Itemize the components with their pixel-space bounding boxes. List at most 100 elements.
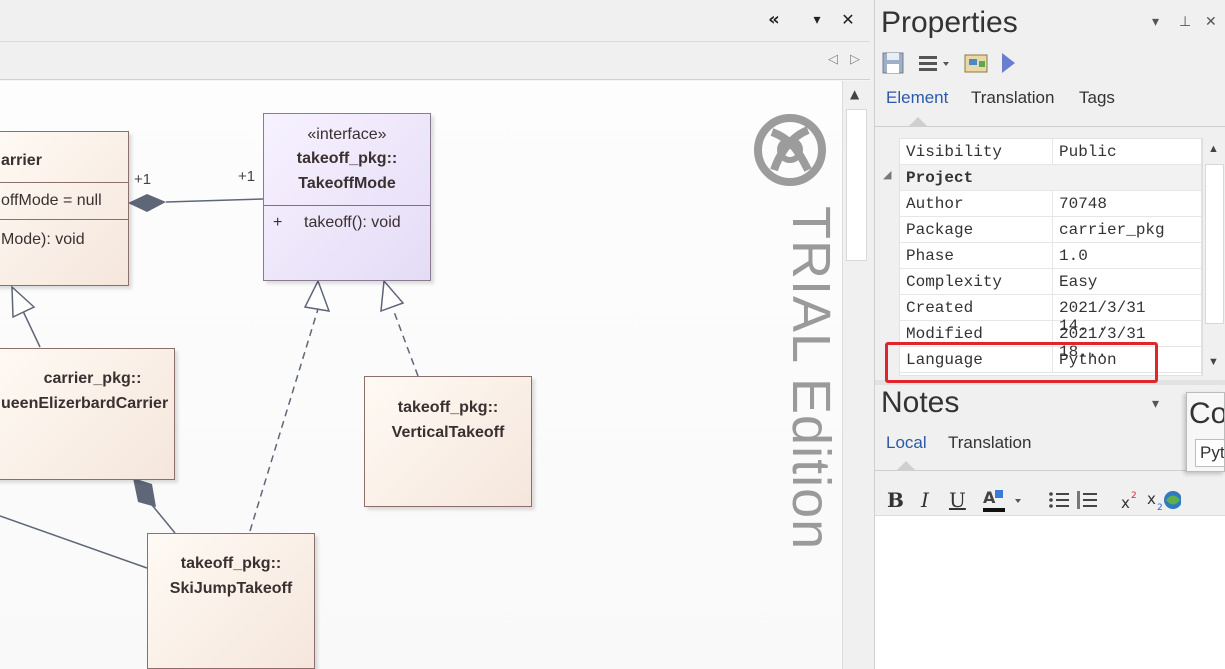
generalization-line [21,308,41,348]
tab-local[interactable]: Local [886,433,927,453]
property-row-author[interactable]: Author 70748 [900,191,1201,217]
svg-text:2: 2 [1131,491,1137,501]
class-name-package: takeoff_pkg:: [180,555,282,572]
font-color-icon[interactable]: A [983,488,1005,512]
property-row-created[interactable]: Created 2021/3/31 14... [900,295,1201,335]
class-name: VerticalTakeoff [391,424,505,441]
panel-splitter[interactable] [875,380,1225,385]
property-category-project[interactable]: Project [900,165,1201,191]
diagram-pane: « ▾ ✕ ◁ ▷ +1 +1 arrier offMode = null Mo… [0,0,870,669]
scroll-up-icon[interactable]: ▲ [1208,143,1219,155]
tab-translation[interactable]: Translation [971,88,1054,108]
right-dock: Properties ▾ ⊥ ✕ Element Translation Tag… [874,0,1225,669]
property-row-complexity[interactable]: Complexity Easy [900,269,1201,295]
dropdown-icon[interactable]: ▾ [1152,396,1159,412]
diagram-scrollbar[interactable]: ▲ [842,81,870,669]
interface-operation: takeoff(): void [304,214,401,231]
class-attribute: offMode = null [1,192,102,209]
property-key: Language [906,351,983,369]
category-label: Project [906,169,974,187]
notes-editor[interactable] [875,515,1225,669]
property-value: 70748 [1059,195,1108,213]
close-icon[interactable]: ✕ [1205,14,1217,30]
superscript-icon[interactable]: x 2 [1121,491,1137,512]
tab-tags[interactable]: Tags [1079,88,1115,108]
class-name: ueenElizerbardCarrier [1,395,169,412]
interface-stereotype: «interface» [307,126,387,143]
scroll-down-icon[interactable]: ▼ [1208,356,1219,368]
bold-button[interactable]: B [887,488,904,512]
italic-button[interactable]: I [921,488,929,512]
class-operation: Mode): void [1,231,85,248]
popup-field[interactable]: Pytl [1195,439,1224,467]
interface-name: TakeoffMode [298,175,396,192]
diagram-canvas[interactable]: +1 +1 arrier offMode = null Mode): void … [0,81,842,669]
class-carrier[interactable]: arrier offMode = null Mode): void [0,131,129,286]
watermark-text: TRIAL Edition [781,206,841,551]
property-value: Python [1059,351,1117,369]
dropdown-icon[interactable] [943,62,949,66]
column-divider [1052,269,1053,295]
property-row-modified[interactable]: Modified 2021/3/31 18... [900,321,1201,361]
floating-popup[interactable]: Co Pytl [1186,392,1225,472]
class-vertical-takeoff[interactable]: takeoff_pkg:: VerticalTakeoff [364,376,532,507]
bullet-list-icon[interactable] [1049,492,1069,508]
subscript-icon[interactable]: x 2 [1147,490,1163,513]
svg-text:A: A [983,488,996,507]
property-row-phase[interactable]: Phase 1.0 [900,243,1201,269]
collapse-category-icon[interactable]: ◢ [883,168,891,181]
close-icon[interactable]: ✕ [836,8,860,32]
scroll-thumb[interactable] [846,109,867,261]
property-scrollbar[interactable]: ▲ ▼ [1202,138,1225,376]
class-name: SkiJumpTakeoff [169,580,293,597]
interface-name-package: takeoff_pkg:: [296,150,398,167]
column-divider [1052,295,1053,321]
property-key: Modified [906,325,983,343]
properties-toolbar [882,52,1015,74]
column-divider [1052,321,1053,347]
class-queen-carrier[interactable]: carrier_pkg:: ueenElizerbardCarrier [0,348,175,480]
tab-translation[interactable]: Translation [948,433,1031,453]
underline-button[interactable]: U [949,488,966,512]
interface-takeoffmode[interactable]: «interface» takeoff_pkg:: TakeoffMode + … [263,113,431,281]
save-icon[interactable] [882,52,904,74]
class-skijump-takeoff[interactable]: takeoff_pkg:: SkiJumpTakeoff [147,533,315,669]
class-name-package: carrier_pkg:: [43,370,142,387]
tab-element[interactable]: Element [886,88,948,108]
generalization-arrowhead [11,285,36,319]
diagram-titlebar: « ▾ ✕ [0,0,870,42]
pin-icon[interactable]: ⊥ [1179,14,1191,30]
operation-visibility: + [273,214,283,231]
property-row-language[interactable]: Language Python [900,347,1201,373]
dropdown-icon[interactable]: ▾ [805,8,829,32]
window-icon[interactable] [964,54,988,73]
realization-line-vertical [392,308,419,377]
multiplicity-label: +1 [134,171,152,188]
collapse-panel-icon[interactable]: « [762,8,786,32]
property-key: Author [906,195,964,213]
notes-format-toolbar: A x 2 x 2 [983,488,1181,513]
list-icon[interactable] [919,56,937,71]
dropdown-icon[interactable] [1015,499,1021,503]
diagram-tabstrip: ◁ ▷ [0,42,870,80]
column-divider [1052,347,1053,373]
column-divider [1052,191,1053,217]
realization-arrowhead-skijump [303,279,331,312]
numbered-list-icon[interactable] [1077,491,1097,509]
property-row-visibility[interactable]: Visibility Public [900,139,1201,165]
column-divider [1052,217,1053,243]
svg-text:2: 2 [1157,503,1163,513]
dropdown-icon[interactable]: ▾ [1152,14,1159,30]
composition-line-2 [151,504,176,534]
tab-underline [875,470,1225,471]
scroll-thumb[interactable] [1205,164,1224,324]
trial-watermark: TRIAL Edition [752,110,841,610]
scroll-up-icon[interactable]: ▲ [850,87,859,101]
hyperlink-icon[interactable] [1164,491,1181,509]
tab-prev-icon[interactable]: ◁ [828,52,838,67]
svg-text:x: x [1147,490,1156,508]
tab-underline [875,126,1225,127]
property-row-package[interactable]: Package carrier_pkg [900,217,1201,243]
run-icon[interactable] [1002,53,1015,73]
tab-next-icon[interactable]: ▷ [850,52,860,67]
